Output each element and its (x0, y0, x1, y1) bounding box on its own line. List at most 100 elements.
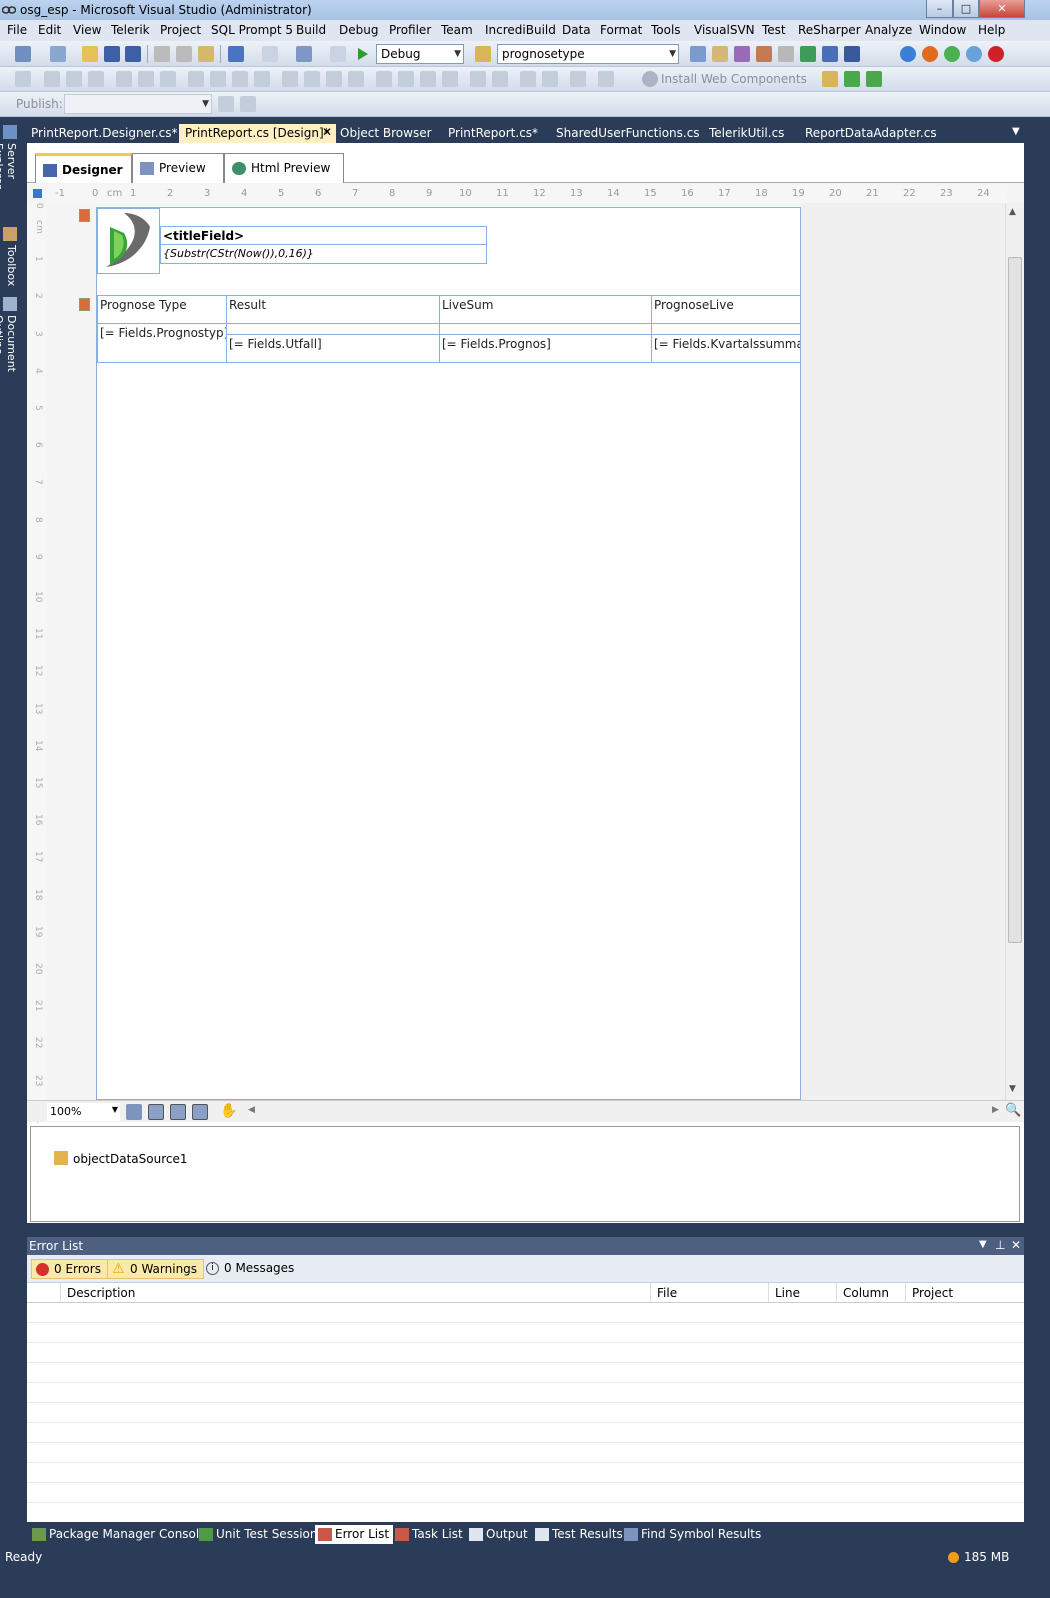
scroll-up-icon[interactable]: ▲ (1009, 207, 1016, 217)
field-kvartalssumma[interactable]: [= Fields.Kvartalssumma (652, 335, 801, 363)
menu-window[interactable]: Window (919, 23, 966, 37)
tab-order-icon[interactable] (570, 71, 586, 87)
report-table[interactable]: Prognose Type Result LiveSum PrognoseLiv… (97, 295, 801, 363)
field-prognos[interactable]: [= Fields.Prognos] (440, 335, 652, 363)
tab-package-manager-console[interactable]: Package Manager Console (29, 1525, 211, 1544)
grid-icon[interactable] (126, 1104, 142, 1120)
horizontal-spacing-icon[interactable] (282, 71, 298, 87)
tab-find-symbol-results[interactable]: Find Symbol Results (621, 1525, 765, 1544)
tab-reportdataadapter-cs[interactable]: ReportDataAdapter.cs (799, 124, 943, 143)
logo-picture-box[interactable] (97, 208, 160, 274)
scroll-down-icon[interactable]: ▼ (1009, 1084, 1016, 1094)
object-data-source[interactable]: objectDataSource1 (73, 1152, 187, 1166)
tab-output[interactable]: Output (466, 1525, 532, 1544)
date-expression-textbox[interactable]: {Substr(CStr(Now()),0,16)} (160, 245, 487, 264)
align-tops-icon[interactable] (116, 71, 132, 87)
zoom-combo[interactable]: 100% ▼ (47, 1103, 120, 1121)
tools-icon[interactable] (778, 46, 794, 62)
safari-icon[interactable] (966, 46, 982, 62)
center-vertically-icon[interactable] (492, 71, 508, 87)
tab-test-results[interactable]: Test Results (532, 1525, 627, 1544)
open-folder-icon[interactable] (82, 46, 98, 62)
remove-horizontal-spacing-icon[interactable] (348, 71, 364, 87)
team-explorer-icon[interactable] (822, 46, 838, 62)
make-same-width-icon[interactable] (188, 71, 204, 87)
hand-tool-icon[interactable]: ✋ (220, 1103, 237, 1119)
menu-test[interactable]: Test (762, 23, 786, 37)
close-panel-icon[interactable]: ✕ (1011, 1238, 1021, 1252)
errors-filter-button[interactable]: 0 Errors (31, 1259, 108, 1279)
copy-icon[interactable] (176, 46, 192, 62)
align-lefts-icon[interactable] (44, 71, 60, 87)
menu-analyze[interactable]: Analyze (865, 23, 912, 37)
send-to-back-icon[interactable] (542, 71, 558, 87)
find-in-files-icon[interactable] (475, 46, 491, 62)
size-to-grid-icon[interactable] (232, 71, 248, 87)
object-browser-icon[interactable] (734, 46, 750, 62)
spacer-cell[interactable] (652, 324, 801, 335)
side-tab-server-explorer[interactable]: Server Explorer (0, 143, 18, 223)
ruler-toggle-icon[interactable] (192, 1104, 208, 1120)
tab-html-preview[interactable]: Html Preview (224, 153, 344, 183)
menu-resharper[interactable]: ReSharper (798, 23, 861, 37)
magnifier-icon[interactable]: 🔍 (1005, 1103, 1021, 1118)
menu-sql-prompt[interactable]: SQL Prompt 5 (211, 23, 293, 37)
spacer-cell[interactable] (440, 324, 652, 335)
column-icon[interactable] (27, 1283, 61, 1303)
increase-horizontal-spacing-icon[interactable] (304, 71, 320, 87)
redo-icon[interactable] (262, 46, 278, 62)
column-line[interactable]: Line (769, 1283, 837, 1303)
start-debugging-icon[interactable] (354, 46, 370, 62)
properties-icon[interactable] (712, 46, 728, 62)
menu-team[interactable]: Team (441, 23, 473, 37)
detail-section-icon[interactable] (79, 298, 90, 311)
decrease-horizontal-spacing-icon[interactable] (326, 71, 342, 87)
window-position-icon[interactable]: ▼ (979, 1239, 987, 1250)
menu-incredibuild[interactable]: IncrediBuild (485, 23, 556, 37)
align-middles-icon[interactable] (138, 71, 154, 87)
align-bottoms-icon[interactable] (160, 71, 176, 87)
page-header-section-icon[interactable] (79, 209, 90, 222)
tab-printreport-cs[interactable]: PrintReport.cs* (442, 124, 544, 143)
paste-icon[interactable] (198, 46, 214, 62)
branch-icon[interactable] (822, 71, 838, 87)
field-prognostyp[interactable]: [= Fields.Prognostyp] (98, 324, 227, 363)
undo-icon[interactable] (228, 46, 244, 62)
lock-controls-icon[interactable] (598, 71, 614, 87)
menu-edit[interactable]: Edit (38, 23, 61, 37)
make-same-size-icon[interactable] (254, 71, 270, 87)
publish-web-icon[interactable] (240, 96, 256, 112)
menu-help[interactable]: Help (978, 23, 1005, 37)
tab-overflow-icon[interactable]: ▼ (1012, 126, 1020, 137)
close-tab-icon[interactable]: ✕ (322, 125, 332, 139)
tab-telerikutil-cs[interactable]: TelerikUtil.cs (703, 124, 790, 143)
chrome-icon[interactable] (944, 46, 960, 62)
menu-project[interactable]: Project (160, 23, 201, 37)
tab-error-list[interactable]: Error List (315, 1525, 394, 1544)
title-field-textbox[interactable]: <titleField> (160, 226, 487, 245)
scrollbar-thumb[interactable] (1008, 257, 1022, 943)
side-tab-toolbox[interactable]: Toolbox (2, 245, 18, 293)
vertical-scrollbar[interactable]: ▲ ▼ (1005, 203, 1024, 1100)
make-same-height-icon[interactable] (210, 71, 226, 87)
header-result[interactable]: Result (227, 296, 440, 324)
warnings-filter-button[interactable]: ⚠ 0 Warnings (107, 1259, 205, 1279)
tab-task-list[interactable]: Task List (392, 1525, 467, 1544)
solution-configuration-combo[interactable]: Debug ▼ (376, 44, 464, 64)
update-icon[interactable] (844, 71, 860, 87)
tab-preview[interactable]: Preview (132, 153, 224, 183)
align-centers-icon[interactable] (66, 71, 82, 87)
column-project[interactable]: Project (906, 1283, 1024, 1303)
menu-view[interactable]: View (73, 23, 101, 37)
header-prognoselive[interactable]: PrognoseLive (652, 296, 801, 324)
publish-settings-icon[interactable] (218, 96, 234, 112)
save-icon[interactable] (104, 46, 120, 62)
menu-format[interactable]: Format (600, 23, 642, 37)
tab-sharedUserFunctions-cs[interactable]: SharedUserFunctions.cs (550, 124, 706, 143)
scroll-left-icon[interactable]: ◀ (248, 1105, 255, 1115)
solution-explorer-icon[interactable] (690, 46, 706, 62)
publish-combo[interactable]: ▼ (64, 94, 212, 114)
increase-vertical-spacing-icon[interactable] (398, 71, 414, 87)
install-web-components-label[interactable]: Install Web Components (661, 72, 807, 86)
minimize-button[interactable]: – (926, 0, 953, 18)
